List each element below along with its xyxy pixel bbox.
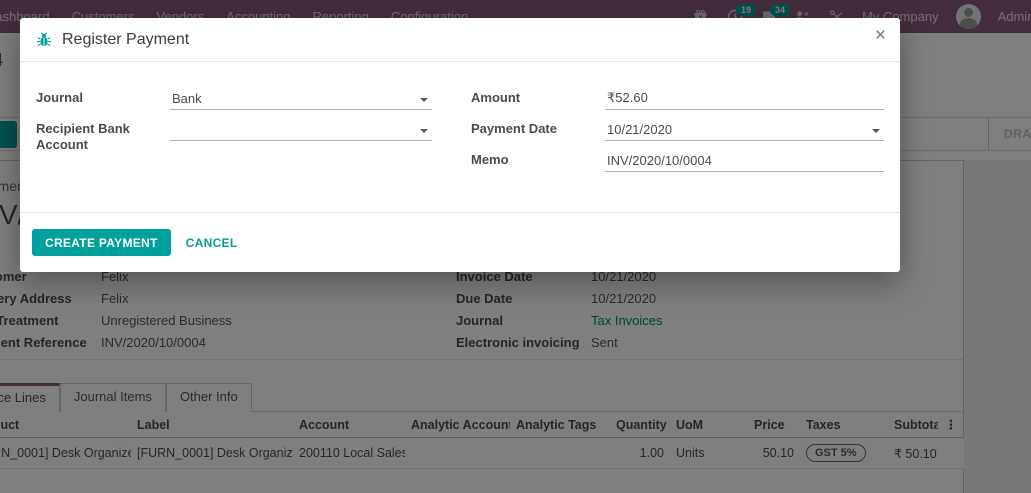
create-payment-button[interactable]: CREATE PAYMENT [32, 229, 171, 256]
dialog-footer: CREATE PAYMENT CANCEL [20, 212, 900, 272]
close-icon[interactable]: × [875, 26, 886, 45]
chevron-down-icon[interactable] [420, 98, 428, 102]
journal-field-label: Journal [36, 88, 170, 112]
chevron-down-icon[interactable] [872, 129, 880, 133]
recipient-bank-field-label: Recipient Bank Account [36, 119, 170, 153]
dialog-body: Journal Bank Recipient Bank Account Amou… [20, 62, 900, 181]
amount-field-label: Amount [471, 88, 605, 112]
amount-input[interactable]: ₹52.60 [605, 88, 884, 110]
journal-select[interactable]: Bank [170, 88, 432, 110]
payment-date-value: 10/21/2020 [607, 122, 870, 137]
dialog-header: Register Payment × [20, 18, 900, 62]
payment-date-field-label: Payment Date [471, 119, 605, 143]
chevron-down-icon[interactable] [420, 129, 428, 133]
debug-bug-icon [36, 32, 52, 48]
payment-date-input[interactable]: 10/21/2020 [605, 119, 884, 141]
cancel-button[interactable]: CANCEL [186, 236, 238, 250]
memo-input[interactable]: INV/2020/10/0004 [605, 150, 884, 172]
journal-select-value: Bank [172, 91, 418, 106]
memo-field-label: Memo [471, 150, 605, 174]
recipient-bank-select[interactable] [170, 119, 432, 141]
memo-value: INV/2020/10/0004 [607, 153, 882, 168]
dialog-title: Register Payment [62, 31, 189, 49]
amount-value: ₹52.60 [607, 90, 882, 106]
register-payment-dialog: Register Payment × Journal Bank Recipien… [20, 18, 900, 272]
